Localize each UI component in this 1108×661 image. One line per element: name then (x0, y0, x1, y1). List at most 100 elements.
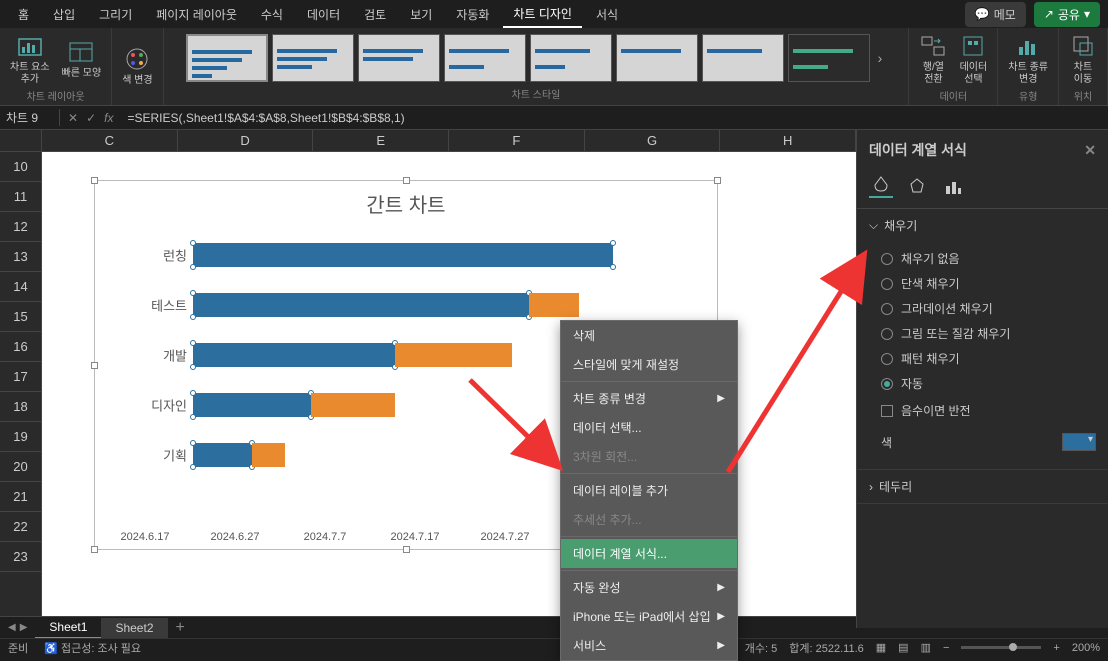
row-header[interactable]: 22 (0, 512, 41, 542)
confirm-icon[interactable]: ✓ (86, 111, 96, 125)
fill-option-radio[interactable]: 자동 (881, 371, 1096, 396)
tab-home[interactable]: 홈 (8, 2, 39, 27)
col-header[interactable]: H (720, 130, 856, 151)
col-header[interactable]: C (42, 130, 178, 151)
chart-style-gallery[interactable]: › (186, 30, 887, 86)
row-header[interactable]: 21 (0, 482, 41, 512)
effects-tab[interactable] (905, 174, 929, 198)
view-pagelayout-button[interactable]: ▤ (898, 641, 908, 654)
fill-section-toggle[interactable]: ⌵채우기 (857, 209, 1108, 242)
data-bar-series1[interactable] (193, 393, 311, 417)
tab-data[interactable]: 데이터 (297, 2, 350, 27)
tab-view[interactable]: 보기 (400, 2, 442, 27)
fill-option-radio[interactable]: 단색 채우기 (881, 271, 1096, 296)
view-normal-button[interactable]: ▦ (876, 641, 886, 654)
border-section-toggle[interactable]: ›테두리 (857, 470, 1108, 503)
color-swatch[interactable]: ▾ (1062, 433, 1096, 451)
style-thumb-1[interactable] (186, 34, 268, 82)
sheet-prev-button[interactable]: ◀ (8, 622, 16, 633)
tab-format[interactable]: 서식 (586, 2, 628, 27)
row-header[interactable]: 18 (0, 392, 41, 422)
sheet-next-button[interactable]: ▶ (20, 622, 28, 633)
context-menu-item[interactable]: 스타일에 맞게 재설정 (561, 350, 737, 379)
style-thumb-3[interactable] (358, 34, 440, 82)
add-chart-element-button[interactable]: 차트 요소 추가 (6, 30, 54, 88)
fill-option-radio[interactable]: 그림 또는 질감 채우기 (881, 321, 1096, 346)
row-header[interactable]: 16 (0, 332, 41, 362)
context-menu-item[interactable]: iPhone 또는 iPad에서 삽입▶ (561, 602, 737, 631)
row-header[interactable]: 20 (0, 452, 41, 482)
data-bar-series1[interactable] (193, 293, 529, 317)
fill-line-tab[interactable] (869, 174, 893, 198)
context-menu-item[interactable]: 자동 완성▶ (561, 573, 737, 602)
tab-automate[interactable]: 자동화 (446, 2, 499, 27)
style-thumb-5[interactable] (530, 34, 612, 82)
col-header[interactable]: F (449, 130, 585, 151)
gallery-next-button[interactable]: › (874, 50, 887, 66)
row-header[interactable]: 10 (0, 152, 41, 182)
row-header[interactable]: 15 (0, 302, 41, 332)
sheet-tab[interactable]: Sheet2 (101, 618, 167, 638)
fill-option-radio[interactable]: 패턴 채우기 (881, 346, 1096, 371)
context-menu-item[interactable]: 데이터 레이블 추가 (561, 476, 737, 505)
tab-chart-design[interactable]: 차트 디자인 (503, 1, 582, 28)
row-header[interactable]: 19 (0, 422, 41, 452)
name-box[interactable]: 차트 9 (0, 109, 60, 126)
col-header[interactable]: G (585, 130, 721, 151)
row-header[interactable]: 11 (0, 182, 41, 212)
row-header[interactable]: 17 (0, 362, 41, 392)
close-panel-button[interactable]: ✕ (1084, 142, 1096, 159)
move-chart-button[interactable]: 차트 이동 (1065, 30, 1101, 88)
change-chart-type-button[interactable]: 차트 종류 변경 (1004, 30, 1052, 88)
invert-negative-checkbox[interactable]: 음수이면 반전 (881, 396, 1096, 425)
row-header[interactable]: 23 (0, 542, 41, 572)
data-bar-series2[interactable] (311, 393, 395, 417)
fill-option-radio[interactable]: 채우기 없음 (881, 246, 1096, 271)
tab-layout[interactable]: 페이지 레이아웃 (146, 2, 247, 27)
col-header[interactable]: E (313, 130, 449, 151)
fx-icon[interactable]: fx (104, 111, 113, 125)
switch-row-col-button[interactable]: 행/열 전환 (915, 30, 951, 88)
zoom-slider[interactable] (961, 646, 1041, 649)
sheet-tab[interactable]: Sheet1 (35, 617, 101, 639)
zoom-in-button[interactable]: + (1053, 642, 1059, 654)
zoom-level[interactable]: 200% (1072, 642, 1100, 654)
style-thumb-8[interactable] (788, 34, 870, 82)
style-thumb-2[interactable] (272, 34, 354, 82)
row-header[interactable]: 12 (0, 212, 41, 242)
data-bar-series2[interactable] (395, 343, 513, 367)
chart-title[interactable]: 간트 차트 (95, 181, 717, 226)
memo-button[interactable]: 💬메모 (965, 2, 1026, 27)
select-data-button[interactable]: 데이터 선택 (955, 30, 991, 88)
share-button[interactable]: ↗공유 ▾ (1034, 2, 1100, 27)
tab-review[interactable]: 검토 (354, 2, 396, 27)
style-thumb-6[interactable] (616, 34, 698, 82)
formula-input[interactable] (121, 111, 1108, 125)
data-bar-series1[interactable] (193, 343, 395, 367)
context-menu-item[interactable]: 데이터 계열 서식... (561, 539, 737, 568)
view-pagebreak-button[interactable]: ▥ (921, 641, 931, 654)
select-all-corner[interactable] (0, 130, 42, 151)
row-header[interactable]: 13 (0, 242, 41, 272)
tab-formulas[interactable]: 수식 (251, 2, 293, 27)
data-bar-series1[interactable] (193, 443, 252, 467)
add-sheet-button[interactable]: + (168, 616, 193, 640)
tab-draw[interactable]: 그리기 (89, 2, 142, 27)
data-bar-series2[interactable] (529, 293, 579, 317)
cancel-icon[interactable]: ✕ (68, 111, 78, 125)
context-menu-item[interactable]: 차트 종류 변경▶ (561, 384, 737, 413)
row-header[interactable]: 14 (0, 272, 41, 302)
series-options-tab[interactable] (941, 174, 965, 198)
zoom-out-button[interactable]: − (943, 642, 949, 654)
style-thumb-7[interactable] (702, 34, 784, 82)
col-header[interactable]: D (178, 130, 314, 151)
change-colors-button[interactable]: 색 변경 (118, 43, 156, 89)
status-accessibility[interactable]: ♿ 접근성: 조사 필요 (44, 640, 141, 656)
data-bar-series1[interactable] (193, 243, 613, 267)
tab-insert[interactable]: 삽입 (43, 2, 85, 27)
context-menu-item[interactable]: 데이터 선택... (561, 413, 737, 442)
fill-option-radio[interactable]: 그라데이션 채우기 (881, 296, 1096, 321)
style-thumb-4[interactable] (444, 34, 526, 82)
context-menu-item[interactable]: 삭제 (561, 321, 737, 350)
data-bar-series2[interactable] (252, 443, 286, 467)
